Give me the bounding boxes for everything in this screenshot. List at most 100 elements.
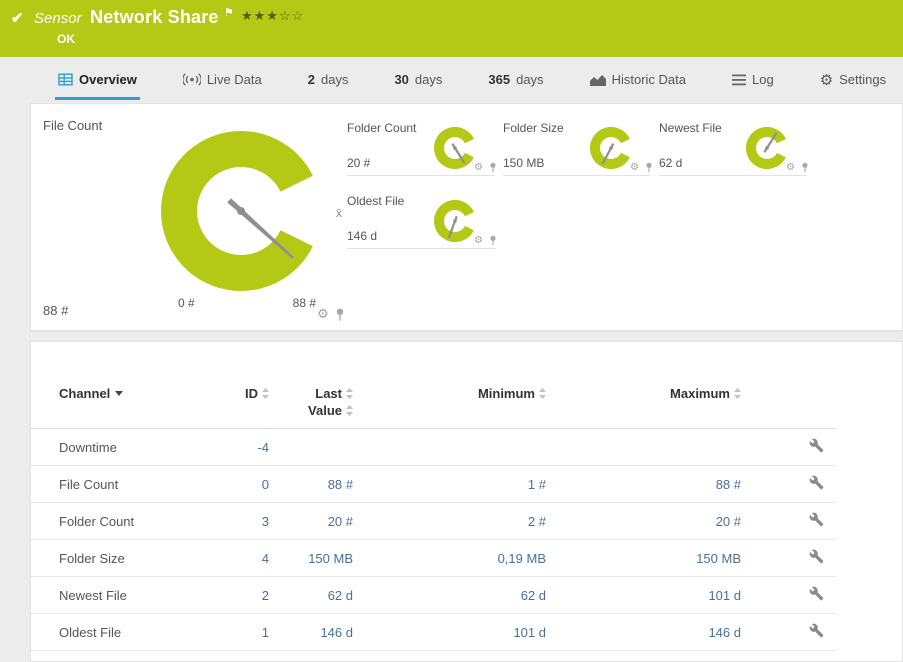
- mini-gauge-oldest-file[interactable]: Oldest File 146 d ⚙: [347, 193, 495, 249]
- channel-maximum: 101 d: [546, 577, 741, 614]
- column-header-minimum[interactable]: Minimum: [353, 382, 546, 429]
- channel-name: Newest File: [31, 577, 191, 614]
- gear-icon[interactable]: ⚙: [474, 162, 483, 173]
- channel-name: Downtime: [31, 429, 191, 466]
- column-label: Value: [308, 403, 342, 418]
- mean-marker-icon: x̄: [336, 206, 342, 220]
- channel-id: -4: [191, 429, 269, 466]
- tab-number: 2: [308, 72, 315, 87]
- tab-bar: Overview Live Data 2 days 30 days 365 da…: [0, 62, 903, 100]
- mini-gauge-actions: ⚙: [786, 162, 809, 173]
- channel-settings-wrench-icon[interactable]: [809, 512, 824, 527]
- sort-icon[interactable]: [734, 388, 741, 399]
- tab-label: Historic Data: [612, 72, 686, 87]
- mini-gauge-folder-size[interactable]: Folder Size 150 MB ⚙: [503, 120, 651, 176]
- column-label: Last: [315, 386, 342, 401]
- tab-30-days[interactable]: 30 days: [391, 62, 445, 100]
- channel-name: Folder Count: [31, 503, 191, 540]
- gear-icon[interactable]: ⚙: [317, 306, 329, 322]
- sort-icon[interactable]: [346, 388, 353, 399]
- gear-icon[interactable]: ⚙: [786, 162, 795, 173]
- column-label: Channel: [59, 386, 110, 401]
- channel-settings-wrench-icon[interactable]: [809, 475, 824, 490]
- gauge-dial: [431, 197, 479, 245]
- column-header-maximum[interactable]: Maximum: [546, 382, 741, 429]
- pin-icon[interactable]: [489, 162, 497, 173]
- channel-id: 2: [191, 577, 269, 614]
- column-header-actions: [741, 382, 836, 429]
- overview-table-icon: [58, 73, 73, 86]
- channel-minimum: 1 #: [353, 466, 546, 503]
- channel-table: Channel ID Last Value: [31, 382, 836, 651]
- pin-icon[interactable]: [801, 162, 809, 173]
- sensor-title: Network Share: [90, 7, 219, 28]
- priority-stars[interactable]: ★★★☆☆: [241, 8, 304, 24]
- sensor-status-badge: OK: [57, 32, 75, 46]
- log-list-icon: [732, 74, 746, 86]
- channel-settings-wrench-icon[interactable]: [809, 438, 824, 453]
- status-ok-check-icon: ✔: [11, 9, 24, 27]
- mini-gauge-folder-count[interactable]: Folder Count 20 # ⚙: [347, 120, 495, 176]
- channel-settings-wrench-icon[interactable]: [809, 586, 824, 601]
- mini-gauge-newest-file[interactable]: Newest File 62 d ⚙: [659, 120, 807, 176]
- table-header-row: Channel ID Last Value: [31, 382, 836, 429]
- gauge-dial: [431, 124, 479, 172]
- tab-log[interactable]: Log: [729, 62, 777, 100]
- tab-2-days[interactable]: 2 days: [305, 62, 352, 100]
- gear-icon[interactable]: ⚙: [630, 162, 639, 173]
- channel-maximum: 88 #: [546, 466, 741, 503]
- mini-gauge-actions: ⚙: [474, 235, 497, 246]
- pin-icon[interactable]: [335, 308, 345, 321]
- tab-settings[interactable]: ⚙ Settings: [817, 62, 889, 100]
- tab-label: Overview: [79, 72, 137, 87]
- channel-name: File Count: [31, 466, 191, 503]
- column-header-last-value[interactable]: Last Value: [269, 382, 353, 429]
- gear-icon[interactable]: ⚙: [474, 235, 483, 246]
- channel-last-value: [269, 429, 353, 466]
- flag-icon[interactable]: ⚑: [224, 6, 234, 19]
- gauges-panel: File Count 0 # 88 # x̄ 88 # ⚙ Folder Cou…: [30, 103, 903, 331]
- tab-live-data[interactable]: Live Data: [180, 62, 265, 100]
- stars-empty[interactable]: ☆☆: [279, 8, 304, 23]
- settings-gear-icon: ⚙: [820, 71, 833, 89]
- column-label: ID: [245, 386, 258, 401]
- channel-maximum: 20 #: [546, 503, 741, 540]
- gauge-scale-max: 88 #: [293, 296, 316, 310]
- tab-historic-data[interactable]: Historic Data: [587, 62, 689, 100]
- sort-icon[interactable]: [539, 388, 546, 399]
- sensor-header: ✔ Sensor Network Share ⚑ ★★★☆☆ OK: [0, 0, 903, 57]
- channel-dropdown-icon[interactable]: [115, 391, 123, 396]
- sort-icon[interactable]: [346, 405, 353, 416]
- channel-id: 4: [191, 540, 269, 577]
- tab-label: Live Data: [207, 72, 262, 87]
- channel-last-value: 146 d: [269, 614, 353, 651]
- tab-label: days: [415, 72, 442, 87]
- channel-maximum: 146 d: [546, 614, 741, 651]
- table-row: Oldest File 1 146 d 101 d 146 d: [31, 614, 836, 651]
- column-header-id[interactable]: ID: [191, 382, 269, 429]
- table-row: Newest File 2 62 d 62 d 101 d: [31, 577, 836, 614]
- channels-panel: Channel ID Last Value: [30, 341, 903, 662]
- tab-365-days[interactable]: 365 days: [485, 62, 546, 100]
- tab-number: 30: [394, 72, 408, 87]
- gauge-dial: [587, 124, 635, 172]
- stars-filled[interactable]: ★★★: [241, 8, 279, 23]
- channel-settings-wrench-icon[interactable]: [809, 623, 824, 638]
- channel-minimum: 2 #: [353, 503, 546, 540]
- pin-icon[interactable]: [645, 162, 653, 173]
- channel-maximum: [546, 429, 741, 466]
- main-gauge-title: File Count: [43, 118, 102, 133]
- channel-id: 1: [191, 614, 269, 651]
- pin-icon[interactable]: [489, 235, 497, 246]
- file-count-gauge[interactable]: 0 # 88 # x̄: [146, 116, 336, 312]
- channel-id: 0: [191, 466, 269, 503]
- channel-settings-wrench-icon[interactable]: [809, 549, 824, 564]
- tab-overview[interactable]: Overview: [55, 62, 140, 100]
- channel-name: Folder Size: [31, 540, 191, 577]
- column-label: Minimum: [478, 386, 535, 401]
- live-data-broadcast-icon: [183, 73, 201, 86]
- sort-icon[interactable]: [262, 388, 269, 399]
- column-header-channel[interactable]: Channel: [31, 382, 191, 429]
- mini-gauge-value: 150 MB: [503, 156, 544, 170]
- mini-gauge-actions: ⚙: [474, 162, 497, 173]
